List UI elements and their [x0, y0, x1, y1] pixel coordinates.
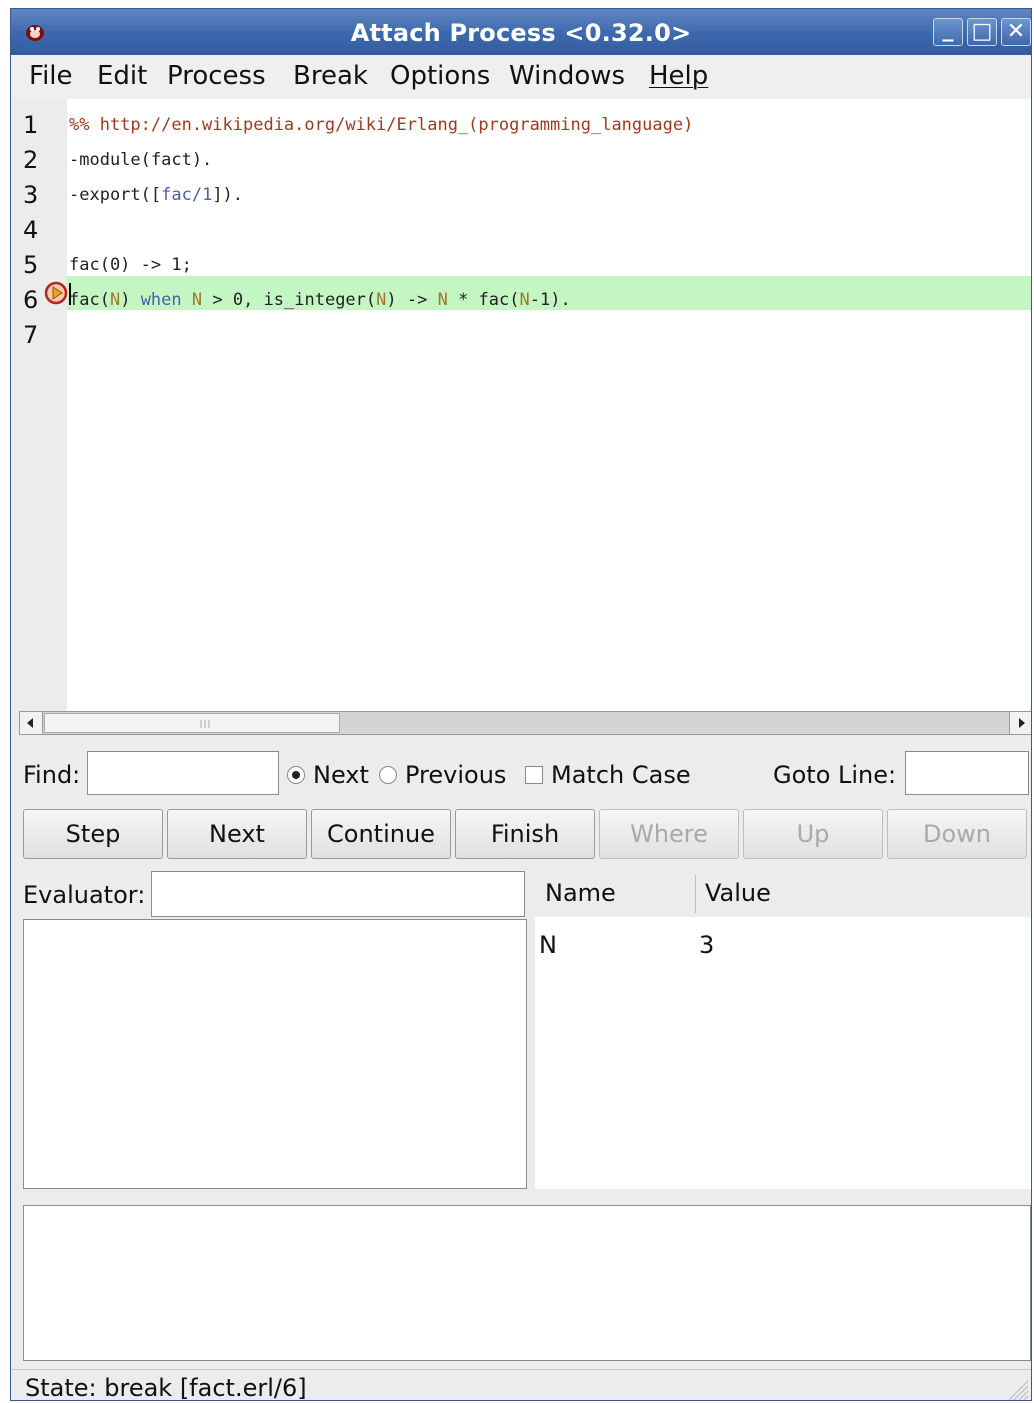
evaluator-input[interactable] [151, 871, 525, 917]
breakpoint-arrow-icon[interactable] [44, 281, 68, 305]
code-token: fac/1 [161, 185, 213, 205]
maximize-button[interactable]: □ [967, 18, 997, 46]
code-token: * fac( [447, 290, 520, 310]
code-token: N [109, 290, 121, 310]
code-token: N [519, 290, 530, 310]
code-token: fac( [69, 290, 110, 310]
menu-edit[interactable]: Edit [97, 61, 147, 91]
arrow-left-icon [27, 718, 33, 728]
menu-process[interactable]: Process [167, 61, 266, 91]
where-button[interactable]: Where [599, 809, 739, 859]
line-number: 7 [23, 321, 39, 349]
up-button[interactable]: Up [743, 809, 883, 859]
code-line: -export([fac/1]). [69, 185, 243, 205]
binding-name-cell: N [539, 931, 557, 959]
code-token: ) [120, 290, 141, 310]
header-divider [695, 875, 696, 913]
trace-output-area[interactable] [23, 1205, 1031, 1361]
code-editor[interactable]: 1 2 3 4 5 6 7 %% http://en.wikipedia.org… [11, 99, 1031, 711]
bindings-value-header[interactable]: Value [705, 879, 771, 907]
close-button[interactable]: ✕ [1001, 18, 1031, 46]
status-bar: State: break [fact.erl/6] [11, 1369, 1031, 1401]
menu-help[interactable]: Help [649, 61, 708, 91]
grip-icon [200, 720, 210, 728]
code-token: N [376, 290, 387, 310]
line-number: 1 [23, 111, 39, 139]
match-case-label: Match Case [551, 761, 691, 789]
next-button[interactable]: Next [167, 809, 307, 859]
code-token: ) -> [386, 290, 438, 310]
resize-grip-icon[interactable] [1003, 1375, 1029, 1401]
code-token: fac(0) -> 1; [69, 255, 192, 275]
evaluator-output-area[interactable] [23, 919, 527, 1189]
title-bar[interactable]: Attach Process <0.32.0> _ □ ✕ [11, 9, 1031, 55]
finish-button[interactable]: Finish [455, 809, 595, 859]
continue-button[interactable]: Continue [311, 809, 451, 859]
line-number: 2 [23, 146, 39, 174]
table-row[interactable]: N 3 [535, 923, 1031, 959]
down-button[interactable]: Down [887, 809, 1027, 859]
evaluator-label: Evaluator: [23, 881, 146, 909]
scroll-right-button[interactable] [1009, 712, 1031, 734]
status-text: State: break [fact.erl/6] [25, 1374, 307, 1401]
code-token: -export([ [69, 185, 162, 205]
arrow-right-icon [1019, 718, 1025, 728]
bindings-name-header[interactable]: Name [545, 879, 616, 907]
match-case-checkbox[interactable] [525, 766, 543, 784]
scroll-left-button[interactable] [20, 712, 43, 734]
goto-line-input[interactable] [905, 751, 1029, 795]
menu-options[interactable]: Options [390, 61, 490, 91]
line-number: 3 [23, 181, 39, 209]
line-number: 6 [23, 286, 39, 314]
code-token: when [140, 290, 182, 310]
close-icon: ✕ [1006, 19, 1026, 44]
editor-horizontal-scrollbar[interactable] [19, 711, 1031, 735]
attach-process-window: Attach Process <0.32.0> _ □ ✕ File Edit … [10, 8, 1032, 1401]
menu-bar: File Edit Process Break Options Windows … [11, 55, 1031, 99]
code-token: N [437, 290, 448, 310]
scrollbar-thumb[interactable] [44, 713, 340, 733]
code-line: fac(N) when N > 0, is_integer(N) -> N * … [69, 290, 571, 310]
code-token: -1). [529, 290, 571, 310]
line-number: 5 [23, 251, 39, 279]
bindings-table[interactable]: N 3 [535, 917, 1031, 1189]
goto-line-label: Goto Line: [773, 761, 897, 789]
find-input[interactable] [87, 751, 279, 795]
next-radio[interactable] [287, 766, 305, 784]
maximize-icon: □ [971, 19, 993, 44]
bindings-header: Name Value [535, 871, 1031, 918]
window-title: Attach Process <0.32.0> [350, 19, 692, 47]
menu-file[interactable]: File [29, 61, 73, 91]
code-line: fac(0) -> 1; [69, 255, 192, 275]
code-token: N [191, 290, 203, 310]
code-line: -module(fact). [69, 150, 212, 170]
menu-windows[interactable]: Windows [509, 61, 625, 91]
previous-radio[interactable] [379, 766, 397, 784]
line-number: 4 [23, 216, 39, 244]
next-radio-label: Next [313, 761, 369, 789]
menu-break[interactable]: Break [293, 61, 368, 91]
find-label: Find: [23, 761, 81, 789]
minimize-button[interactable]: _ [933, 17, 963, 46]
step-button[interactable]: Step [23, 809, 163, 859]
code-line: %% http://en.wikipedia.org/wiki/Erlang_(… [69, 115, 693, 135]
previous-radio-label: Previous [405, 761, 507, 789]
code-token: %% http://en.wikipedia.org/wiki/Erlang_(… [69, 115, 694, 135]
binding-value-cell: 3 [699, 931, 715, 959]
code-token: -module(fact). [69, 150, 213, 170]
code-token: ]). [212, 185, 244, 205]
minimize-icon: _ [942, 17, 954, 42]
code-token: > 0, is_integer( [202, 290, 377, 310]
line-gutter[interactable]: 1 2 3 4 5 6 7 [11, 99, 67, 711]
